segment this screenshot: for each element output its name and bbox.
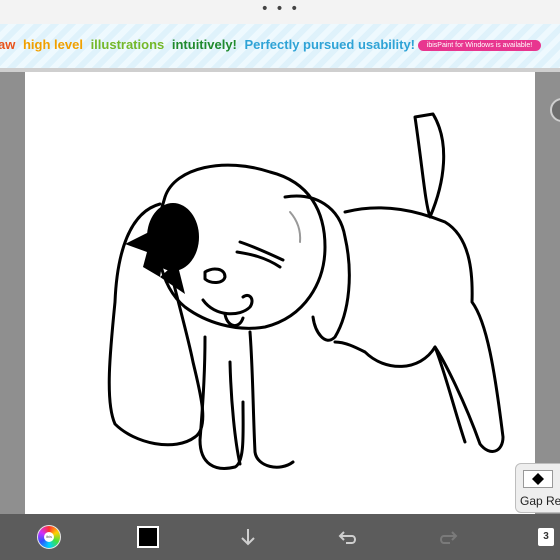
dog-body: [333, 206, 505, 453]
gap-closing-label: Gap Red: [520, 494, 560, 508]
banner-headline: aw high level illustrations intuitively!…: [0, 37, 419, 53]
dog-cheek: [289, 211, 302, 243]
dog-front-leg-right: [248, 330, 295, 469]
dog-mouth: [201, 293, 254, 316]
side-close-icon[interactable]: [550, 98, 560, 122]
top-bar: • • •: [0, 0, 560, 24]
banner-word: illustrations: [90, 37, 165, 52]
gap-closing-panel[interactable]: Gap Red: [515, 463, 560, 513]
drawing-canvas[interactable]: [25, 72, 535, 514]
undo-icon: [338, 531, 356, 544]
color-wheel-icon: ibis: [37, 525, 61, 549]
redo-button[interactable]: [430, 519, 466, 555]
current-color-swatch: [137, 526, 159, 548]
windows-available-badge[interactable]: ibisPaint for Windows is available!: [418, 40, 541, 51]
banner-word: Perfectly pursued usability!: [244, 37, 416, 52]
color-wheel-button[interactable]: ibis: [31, 519, 67, 555]
fill-bucket-icon: [523, 470, 553, 488]
move-down-button[interactable]: [230, 519, 266, 555]
more-dots-icon[interactable]: • • •: [0, 2, 560, 16]
bottom-toolbar: [0, 514, 560, 560]
dog-leg-inner: [228, 360, 242, 466]
banner-word: intuitively!: [171, 37, 237, 52]
layers-icon: 3: [538, 528, 554, 546]
dog-drawing: [107, 112, 505, 470]
color-wheel-label: ibis: [44, 532, 54, 542]
current-color-button[interactable]: [130, 519, 166, 555]
dog-nose: [203, 267, 227, 284]
layers-button[interactable]: 3: [528, 519, 560, 555]
dog-tongue: [223, 312, 245, 327]
banner-word: aw: [0, 37, 16, 52]
dog-tail: [413, 112, 446, 219]
redo-icon: [440, 531, 458, 544]
arrow-down-icon: [241, 529, 255, 546]
ad-banner[interactable]: aw high level illustrations intuitively!…: [0, 24, 560, 68]
banner-word: high level: [22, 37, 83, 52]
undo-button[interactable]: [330, 519, 366, 555]
